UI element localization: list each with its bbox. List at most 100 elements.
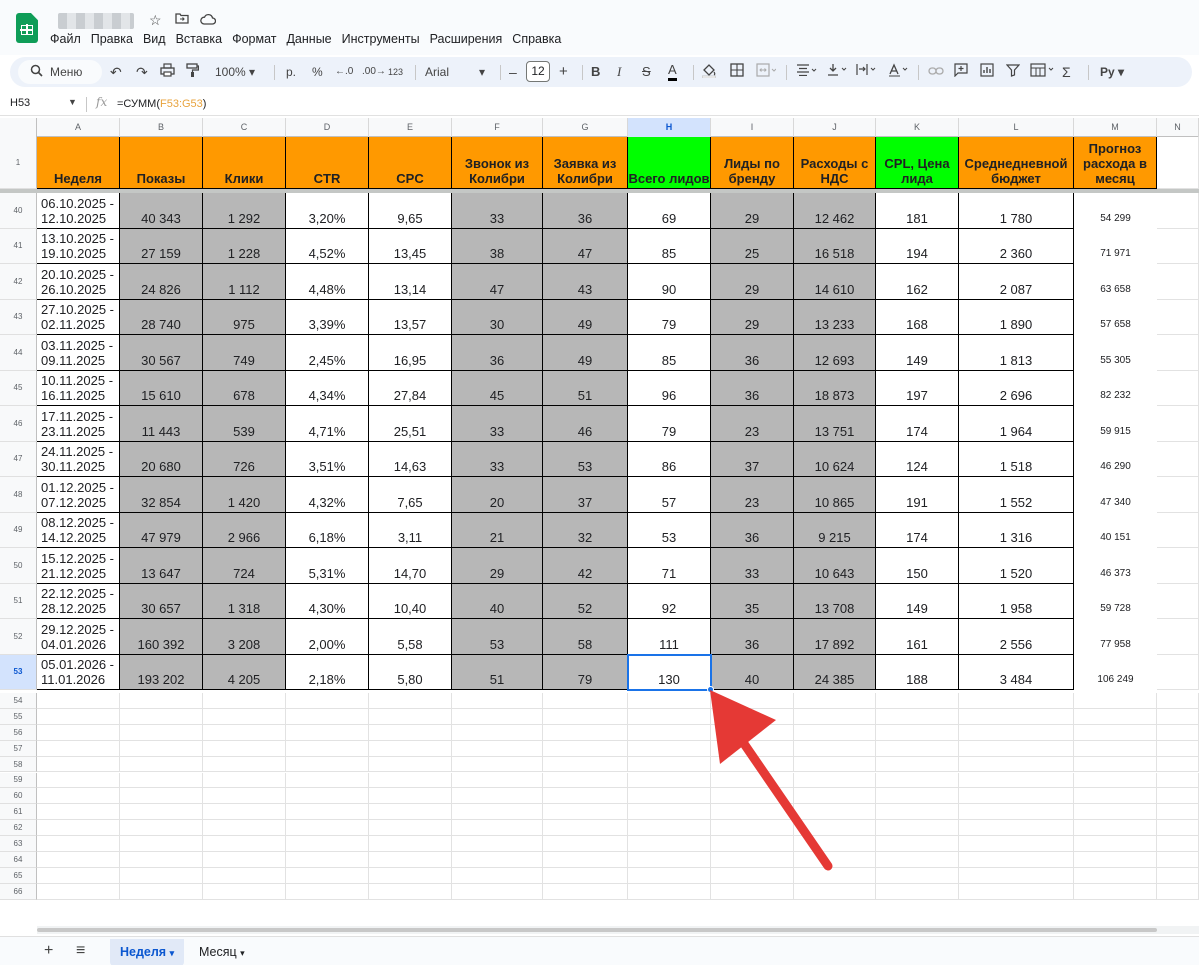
table-cell[interactable]: 59 728 — [1074, 584, 1157, 620]
empty-cell[interactable] — [369, 708, 452, 725]
empty-cell[interactable] — [628, 867, 711, 884]
table-cell[interactable]: 13 233 — [794, 299, 876, 335]
empty-cell[interactable] — [876, 708, 959, 725]
empty-cell[interactable] — [628, 772, 711, 789]
table-cell[interactable]: 33 — [452, 193, 543, 229]
table-cell[interactable]: 168 — [876, 299, 959, 335]
empty-cell[interactable] — [37, 724, 120, 741]
table-cell[interactable]: 71 971 — [1074, 229, 1157, 265]
empty-cell[interactable] — [711, 724, 794, 741]
empty-cell[interactable] — [628, 788, 711, 805]
empty-cell[interactable] — [369, 883, 452, 900]
empty-cell[interactable] — [286, 867, 369, 884]
table-cell[interactable]: 17 892 — [794, 619, 876, 655]
empty-cell[interactable] — [1074, 867, 1157, 884]
empty-cell[interactable] — [37, 804, 120, 821]
sheet-tab-week[interactable]: Неделя ▾ — [110, 939, 185, 965]
table-cell[interactable]: 4,34% — [286, 370, 369, 406]
table-cell[interactable]: 57 — [628, 477, 711, 513]
table-cell[interactable]: 194 — [876, 228, 959, 264]
row-header-41[interactable]: 41 — [0, 228, 37, 264]
print-icon[interactable] — [160, 63, 175, 81]
row-header-47[interactable]: 47 — [0, 441, 37, 477]
table-cell[interactable]: 40 — [711, 654, 794, 690]
table-cell[interactable]: 47 — [543, 228, 628, 264]
empty-cell[interactable] — [1157, 836, 1199, 852]
table-cell[interactable]: 63 658 — [1074, 264, 1157, 300]
table-cell[interactable]: 37 — [711, 441, 794, 477]
empty-cell[interactable] — [37, 867, 120, 884]
table-cell[interactable]: 13.10.2025 - 19.10.2025 — [37, 228, 120, 264]
table-cell[interactable]: 10 865 — [794, 477, 876, 513]
table-cell[interactable]: 46 — [543, 406, 628, 442]
empty-cell[interactable] — [120, 772, 203, 789]
table-cell[interactable]: 47 — [452, 264, 543, 300]
empty-cell[interactable] — [1157, 708, 1199, 725]
empty-cell[interactable] — [794, 693, 876, 709]
row-header-1[interactable]: 1 — [0, 137, 37, 189]
empty-cell[interactable] — [794, 772, 876, 789]
table-cell[interactable]: 20 680 — [120, 441, 203, 477]
table-cell[interactable]: 22.12.2025 - 28.12.2025 — [37, 583, 120, 619]
empty-cell[interactable] — [1074, 883, 1157, 900]
row-header-59[interactable]: 59 — [0, 772, 37, 789]
table-cell[interactable]: 36 — [711, 619, 794, 655]
empty-cell[interactable] — [628, 820, 711, 837]
empty-cell[interactable] — [37, 883, 120, 900]
table-cell[interactable]: 1 552 — [959, 477, 1074, 513]
menu-search[interactable]: Меню — [18, 60, 102, 84]
table-cell[interactable]: 28 740 — [120, 299, 203, 335]
header-cell[interactable]: CPC — [369, 137, 452, 189]
table-cell[interactable]: 539 — [203, 406, 286, 442]
empty-cell[interactable] — [1157, 548, 1199, 584]
empty-cell[interactable] — [959, 756, 1074, 773]
table-cell[interactable]: 05.01.2026 - 11.01.2026 — [37, 654, 120, 690]
insert-link-icon[interactable] — [928, 63, 944, 81]
empty-cell[interactable] — [452, 836, 543, 852]
empty-cell[interactable] — [203, 772, 286, 789]
table-cell[interactable]: 20 — [452, 477, 543, 513]
functions-button[interactable]: Σ — [1062, 63, 1071, 81]
empty-cell[interactable] — [203, 804, 286, 821]
table-cell[interactable]: 3,20% — [286, 193, 369, 229]
empty-cell[interactable] — [1074, 788, 1157, 805]
table-cell[interactable]: 71 — [628, 548, 711, 584]
row-header-56[interactable]: 56 — [0, 724, 37, 741]
empty-cell[interactable] — [1157, 335, 1199, 371]
table-cell[interactable]: 27,84 — [369, 370, 452, 406]
column-header-J[interactable]: J — [794, 118, 876, 137]
empty-cell[interactable] — [286, 708, 369, 725]
table-cell[interactable]: 13 751 — [794, 406, 876, 442]
empty-cell[interactable] — [711, 804, 794, 821]
empty-cell[interactable] — [543, 820, 628, 837]
table-cell[interactable]: 35 — [711, 583, 794, 619]
empty-cell[interactable] — [1074, 693, 1157, 709]
table-cell[interactable]: 150 — [876, 548, 959, 584]
table-cell[interactable]: 17.11.2025 - 23.11.2025 — [37, 406, 120, 442]
empty-cell[interactable] — [452, 804, 543, 821]
empty-cell[interactable] — [1157, 820, 1199, 837]
empty-cell[interactable] — [120, 867, 203, 884]
table-cell[interactable]: 10,40 — [369, 583, 452, 619]
empty-cell[interactable] — [369, 804, 452, 821]
table-cell[interactable]: 49 — [543, 335, 628, 371]
table-cell[interactable]: 14,63 — [369, 441, 452, 477]
table-cell[interactable]: 2 696 — [959, 370, 1074, 406]
table-cell[interactable]: 16 518 — [794, 228, 876, 264]
empty-cell[interactable] — [711, 788, 794, 805]
empty-cell[interactable] — [286, 852, 369, 868]
empty-cell[interactable] — [1157, 228, 1199, 264]
table-cell[interactable]: 13,14 — [369, 264, 452, 300]
empty-cell[interactable] — [711, 708, 794, 725]
table-cell[interactable]: 77 958 — [1074, 619, 1157, 655]
empty-cell[interactable] — [452, 788, 543, 805]
empty-cell[interactable] — [37, 772, 120, 789]
table-cell[interactable]: 36 — [711, 512, 794, 548]
table-cell[interactable]: 1 958 — [959, 583, 1074, 619]
empty-cell[interactable] — [959, 724, 1074, 741]
table-cell[interactable]: 1 813 — [959, 335, 1074, 371]
empty-cell[interactable] — [1074, 724, 1157, 741]
table-cell[interactable]: 40 151 — [1074, 513, 1157, 549]
empty-cell[interactable] — [711, 883, 794, 900]
empty-cell[interactable] — [1157, 852, 1199, 868]
